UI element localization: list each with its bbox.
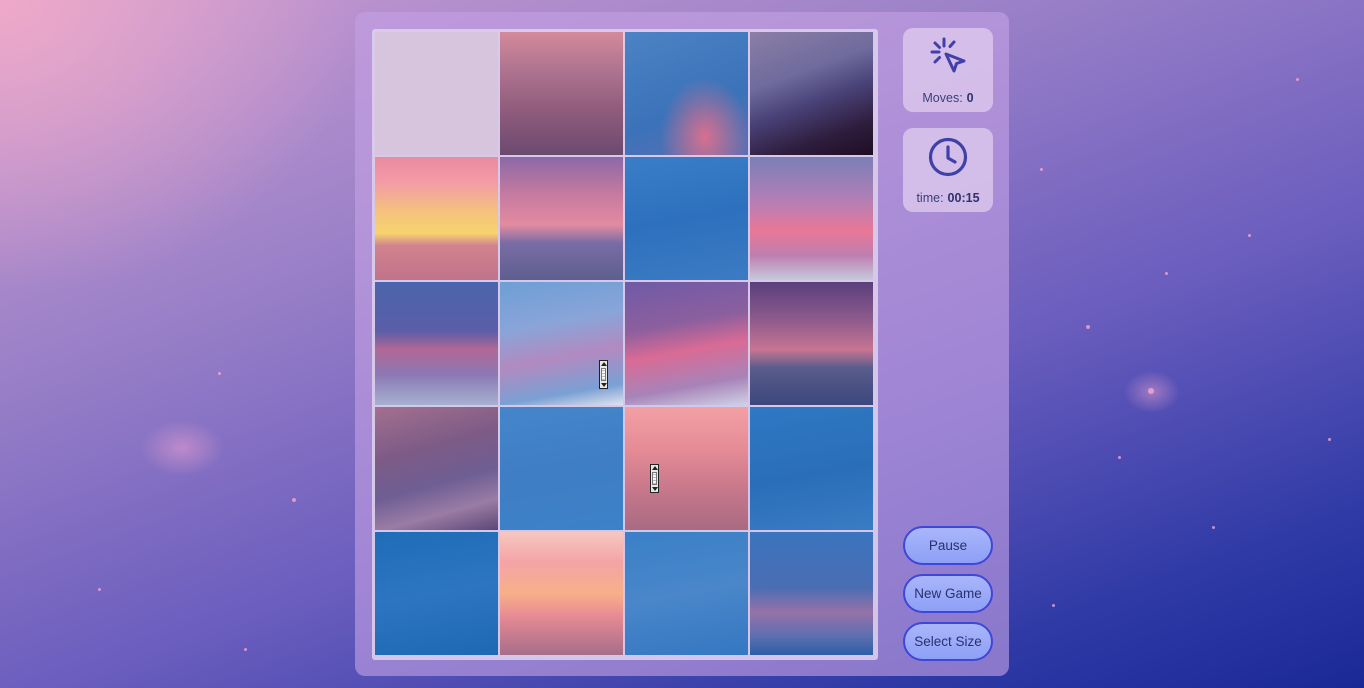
scroll-indicator[interactable]: [599, 360, 608, 389]
background-sparkle: [1086, 325, 1090, 329]
puzzle-tile[interactable]: [375, 157, 498, 280]
puzzle-tile[interactable]: [500, 532, 623, 655]
background-sparkle: [244, 648, 247, 651]
background-sparkle: [1148, 388, 1154, 394]
puzzle-tile[interactable]: [750, 407, 873, 530]
puzzle-tile[interactable]: [750, 282, 873, 405]
moves-counter: Moves: 0: [903, 91, 993, 105]
time-label: time:: [916, 191, 944, 205]
background-sparkle: [1212, 526, 1215, 529]
click-cursor-icon: [930, 37, 966, 73]
background-sparkle: [1248, 234, 1251, 237]
background-sparkle: [1165, 272, 1168, 275]
puzzle-tile[interactable]: [375, 282, 498, 405]
puzzle-tile[interactable]: [375, 532, 498, 655]
puzzle-board: [372, 29, 878, 660]
clock-icon: [928, 137, 968, 177]
background-sparkle: [1052, 604, 1055, 607]
background-sparkle: [218, 372, 221, 375]
time-card: time: 00:15: [903, 128, 993, 212]
background-sparkle: [1040, 168, 1043, 171]
moves-card: Moves: 0: [903, 28, 993, 112]
puzzle-tile[interactable]: [500, 407, 623, 530]
background-sparkle: [292, 498, 296, 502]
puzzle-tile[interactable]: [500, 157, 623, 280]
background-sparkle: [98, 588, 101, 591]
puzzle-tile[interactable]: [625, 407, 748, 530]
scroll-indicator[interactable]: [650, 464, 659, 493]
puzzle-tile[interactable]: [625, 532, 748, 655]
puzzle-tile[interactable]: [625, 157, 748, 280]
puzzle-tile[interactable]: [500, 32, 623, 155]
time-value: 00:15: [947, 191, 980, 205]
select-size-button[interactable]: Select Size: [903, 622, 993, 661]
moves-value: 0: [966, 91, 974, 105]
puzzle-tile[interactable]: [750, 32, 873, 155]
background-sparkle: [1328, 438, 1331, 441]
empty-tile-slot: [375, 32, 498, 155]
puzzle-tile[interactable]: [750, 157, 873, 280]
time-counter: time: 00:15: [903, 191, 993, 205]
puzzle-tile[interactable]: [625, 282, 748, 405]
puzzle-tile[interactable]: [375, 407, 498, 530]
background-sparkle: [1118, 456, 1121, 459]
puzzle-tile[interactable]: [625, 32, 748, 155]
background-sparkle: [1296, 78, 1299, 81]
moves-label: Moves:: [922, 91, 963, 105]
new-game-button[interactable]: New Game: [903, 574, 993, 613]
puzzle-tile[interactable]: [750, 532, 873, 655]
pause-button[interactable]: Pause: [903, 526, 993, 565]
